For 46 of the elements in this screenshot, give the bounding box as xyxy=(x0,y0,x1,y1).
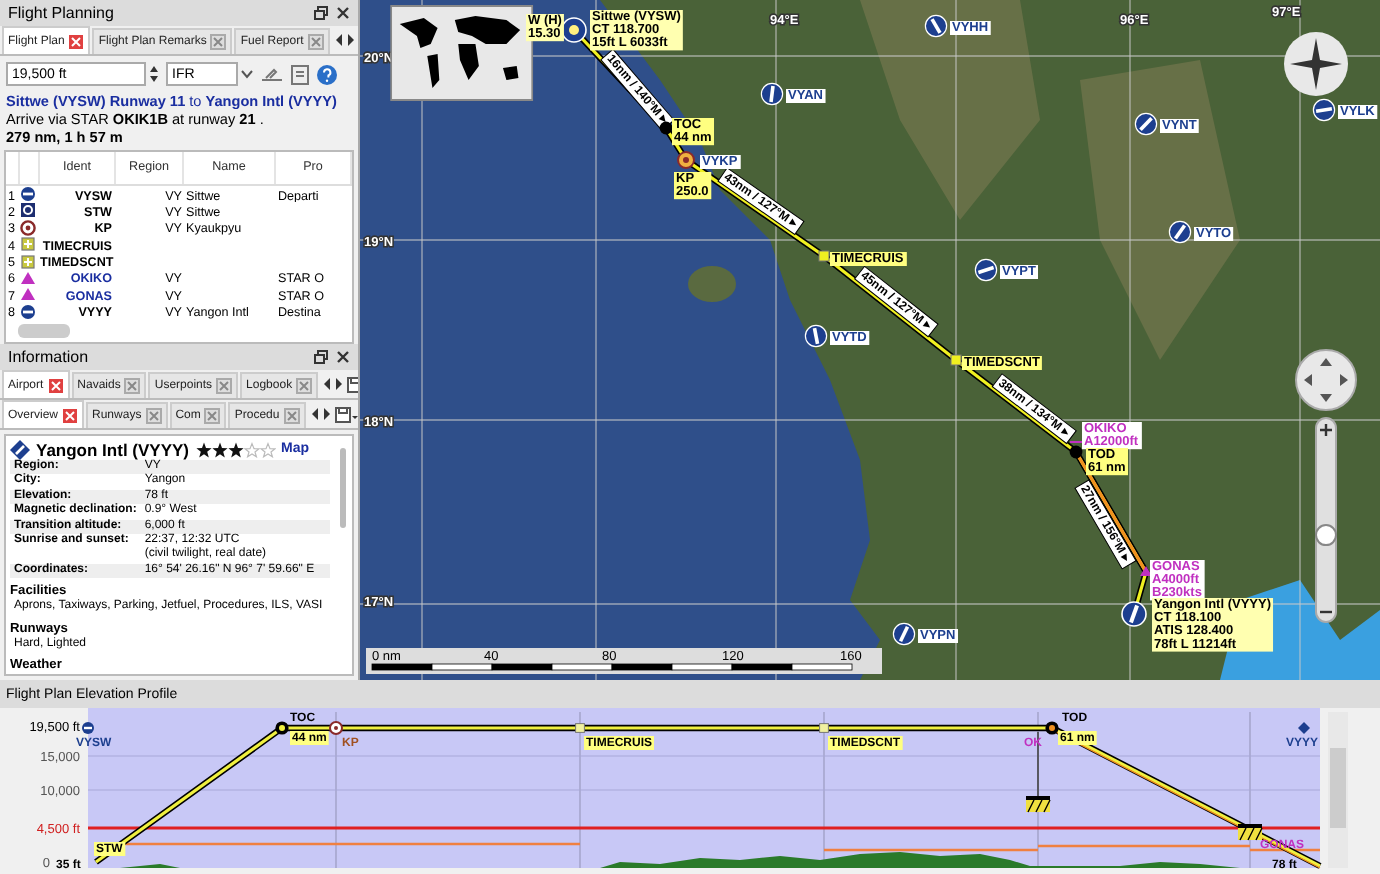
ndb-icon xyxy=(329,721,343,735)
airport-icon xyxy=(974,258,998,282)
airport-icon xyxy=(924,14,948,38)
scrollbar-thumb[interactable] xyxy=(18,324,70,338)
float-icon[interactable] xyxy=(314,350,328,364)
airport-icon xyxy=(892,622,916,646)
panel-title: Information xyxy=(8,348,89,366)
vor-icon xyxy=(20,202,36,219)
waypoint-icon xyxy=(1140,566,1152,576)
waypoint-icon xyxy=(818,250,830,262)
airport-name: Yangon Intl (VYYY) xyxy=(36,439,190,459)
airport-icon xyxy=(20,186,36,202)
waypoint-icon xyxy=(575,723,585,733)
ndb-icon xyxy=(677,151,695,169)
panel-title: Flight Planning xyxy=(8,4,114,22)
caret-icon xyxy=(240,68,254,80)
compass-icon xyxy=(1284,32,1348,96)
scrollbar-thumb[interactable] xyxy=(340,448,346,528)
top-of-climb-icon xyxy=(275,721,289,735)
altitude-restriction-icon xyxy=(1238,824,1263,841)
document-menu-icon[interactable] xyxy=(333,405,358,423)
top-of-descent-icon xyxy=(1045,721,1059,735)
document-icon[interactable] xyxy=(290,63,310,85)
float-icon[interactable] xyxy=(314,6,328,20)
help-icon[interactable] xyxy=(316,63,338,85)
airport-icon xyxy=(760,82,784,106)
airport-icon xyxy=(82,722,94,734)
scrollbar[interactable] xyxy=(1328,712,1348,868)
ndb-icon xyxy=(20,219,36,236)
airport-icon xyxy=(20,303,36,320)
top-of-climb-icon xyxy=(659,121,673,135)
airport-icon xyxy=(1298,722,1310,734)
airport-icon xyxy=(1312,98,1336,122)
altitude-restriction-icon xyxy=(1026,796,1051,813)
close-icon[interactable] xyxy=(336,350,350,364)
top-of-descent-icon xyxy=(1069,441,1083,459)
close-icon[interactable] xyxy=(336,6,350,20)
zoom-in-icon xyxy=(1318,422,1334,438)
waypoint-icon xyxy=(950,354,962,366)
airport-icon xyxy=(1121,601,1147,627)
airport-icon xyxy=(10,439,30,459)
airport-icon xyxy=(1168,220,1192,244)
airport-icon xyxy=(1134,112,1158,136)
airport-icon xyxy=(804,324,828,348)
pan-control xyxy=(1295,349,1357,411)
waypoint-icon xyxy=(819,723,829,733)
